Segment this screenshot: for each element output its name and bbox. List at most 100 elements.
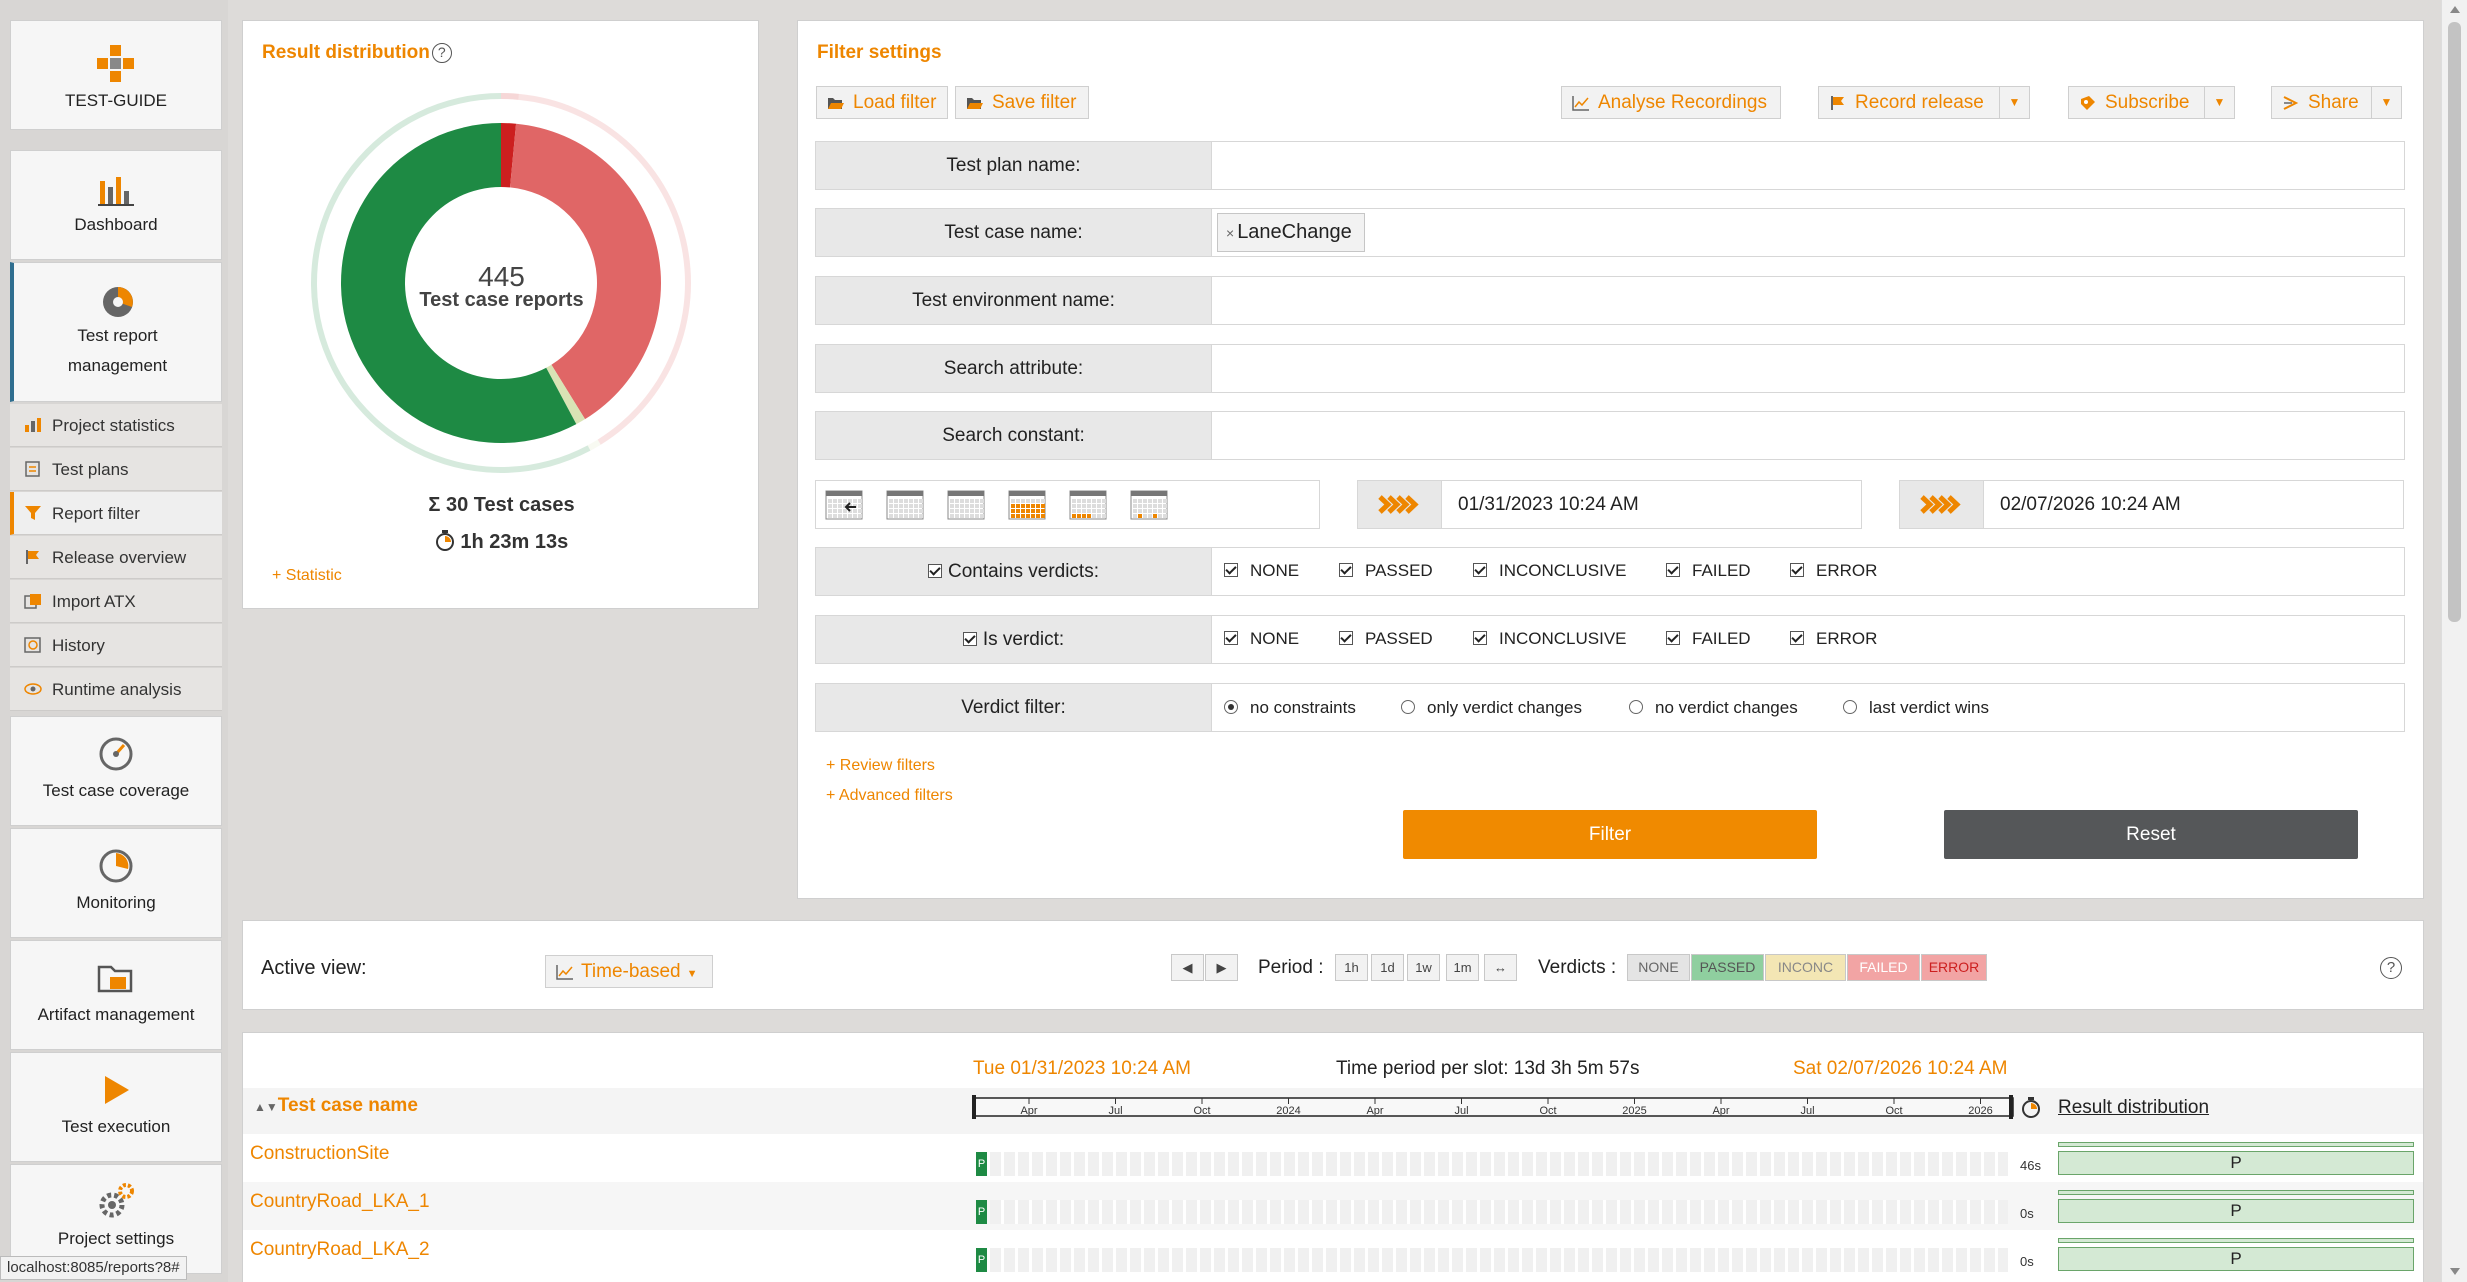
scroll-up-arrow[interactable] xyxy=(2450,6,2460,13)
sidebar-item-test-plans[interactable]: Test plans xyxy=(10,448,222,491)
iv-option-error[interactable]: ERROR xyxy=(1790,629,1877,649)
sidebar-item-test-report-management[interactable]: Test report management xyxy=(10,262,222,402)
subscribe-button[interactable]: Subscribe ▼ xyxy=(2068,86,2235,119)
cv-option-none[interactable]: NONE xyxy=(1224,561,1299,581)
verdict-error-toggle[interactable]: ERROR xyxy=(1921,954,1987,981)
scrollbar-thumb[interactable] xyxy=(2448,22,2461,622)
axis-end-handle[interactable] xyxy=(2009,1095,2013,1119)
calendar-week-icon[interactable] xyxy=(886,490,924,520)
verdict-passed-toggle[interactable]: PASSED xyxy=(1691,954,1764,981)
period-1m-button[interactable]: 1m xyxy=(1446,954,1479,981)
axis-start-handle[interactable] xyxy=(972,1095,976,1119)
checkbox[interactable] xyxy=(1666,631,1680,645)
remove-tag-icon[interactable]: × xyxy=(1226,225,1234,241)
sidebar-item-release-overview[interactable]: Release overview xyxy=(10,536,222,579)
field-label[interactable]: Is verdict: xyxy=(816,616,1212,663)
calendar-quarter-icon[interactable] xyxy=(1008,490,1046,520)
calendar-month-icon[interactable] xyxy=(947,490,985,520)
search-constant-input[interactable] xyxy=(1213,412,2404,459)
view-select[interactable]: Time-based ▼ xyxy=(545,955,713,988)
vf-option-no-verdict-changes[interactable]: no verdict changes xyxy=(1629,698,1798,718)
chevron-down-icon[interactable]: ▼ xyxy=(1999,87,2029,118)
checkbox[interactable] xyxy=(1339,631,1353,645)
period-1d-button[interactable]: 1d xyxy=(1371,954,1404,981)
row-test-case-name[interactable]: CountryRoad_LKA_2 xyxy=(250,1239,430,1261)
is-verdict-checkbox[interactable] xyxy=(962,632,977,646)
cv-option-inconclusive[interactable]: INCONCLUSIVE xyxy=(1473,561,1627,581)
row-test-case-name[interactable]: CountryRoad_LKA_1 xyxy=(250,1191,430,1213)
row-test-case-name[interactable]: ConstructionSite xyxy=(250,1143,389,1165)
period-1h-button[interactable]: 1h xyxy=(1335,954,1368,981)
cv-option-error[interactable]: ERROR xyxy=(1790,561,1877,581)
iv-option-none[interactable]: NONE xyxy=(1224,629,1299,649)
date-to-field[interactable]: 02/07/2026 10:24 AM xyxy=(1899,480,2404,529)
calendar-year-icon[interactable] xyxy=(1130,490,1168,520)
sidebar-item-report-filter[interactable]: Report filter xyxy=(10,492,222,535)
contains-verdicts-checkbox[interactable] xyxy=(927,564,942,578)
sidebar-item-test-execution[interactable]: Test execution xyxy=(10,1052,222,1162)
sidebar-item-history[interactable]: History xyxy=(10,624,222,667)
field-label[interactable]: Contains verdicts: xyxy=(816,548,1212,595)
filter-button[interactable]: Filter xyxy=(1403,810,1817,859)
result-distribution-bar[interactable]: P xyxy=(2058,1151,2414,1175)
test-plan-name-input[interactable] xyxy=(1213,142,2404,189)
record-release-button[interactable]: Record release ▼ xyxy=(1818,86,2030,119)
sidebar-item-test-case-coverage[interactable]: Test case coverage xyxy=(10,716,222,826)
checkbox[interactable] xyxy=(1790,563,1804,577)
checkbox[interactable] xyxy=(1339,563,1353,577)
test-case-name-input[interactable]: × LaneChange xyxy=(1213,209,2404,256)
sidebar-item-monitoring[interactable]: Monitoring xyxy=(10,828,222,938)
scroll-down-arrow[interactable] xyxy=(2450,1268,2460,1275)
sort-test-case-name[interactable]: ▲▼Test case name xyxy=(254,1095,418,1117)
radio[interactable] xyxy=(1401,700,1415,714)
checkbox[interactable] xyxy=(1473,631,1487,645)
chevron-down-icon[interactable]: ▼ xyxy=(2371,87,2401,118)
checkbox[interactable] xyxy=(1473,563,1487,577)
verdict-passed-chip[interactable]: P xyxy=(976,1152,987,1176)
radio[interactable] xyxy=(1224,700,1238,714)
iv-option-failed[interactable]: FAILED xyxy=(1666,629,1751,649)
timeline-axis[interactable]: Apr Jul Oct 2024 Apr Jul Oct 2025 Apr Jul Oct 2026 xyxy=(972,1092,2017,1122)
test-environment-name-input[interactable] xyxy=(1213,277,2404,324)
sidebar-item-import-atx[interactable]: Import ATX xyxy=(10,580,222,623)
iv-option-passed[interactable]: PASSED xyxy=(1339,629,1433,649)
help-icon[interactable]: ? xyxy=(431,43,452,63)
verdict-passed-chip[interactable]: P xyxy=(976,1200,987,1224)
verdict-failed-toggle[interactable]: FAILED xyxy=(1847,954,1920,981)
stopwatch-icon[interactable] xyxy=(2020,1095,2042,1119)
sidebar-item-runtime-analysis[interactable]: Runtime analysis xyxy=(10,668,222,711)
load-filter-button[interactable]: Load filter xyxy=(816,86,948,119)
result-distribution-bar[interactable]: P xyxy=(2058,1247,2414,1271)
analyse-recordings-button[interactable]: Analyse Recordings xyxy=(1561,86,1781,119)
radio[interactable] xyxy=(1629,700,1643,714)
share-button[interactable]: Share ▼ xyxy=(2271,86,2402,119)
help-icon[interactable]: ? xyxy=(2380,957,2402,979)
period-range-button[interactable]: ↔ xyxy=(1484,954,1517,981)
statistic-link[interactable]: + Statistic xyxy=(272,567,342,585)
checkbox[interactable] xyxy=(1666,563,1680,577)
checkbox[interactable] xyxy=(1224,563,1238,577)
cv-option-failed[interactable]: FAILED xyxy=(1666,561,1751,581)
sidebar-item-artifact-management[interactable]: Artifact management xyxy=(10,940,222,1050)
iv-option-inconclusive[interactable]: INCONCLUSIVE xyxy=(1473,629,1627,649)
result-distribution-bar[interactable]: P xyxy=(2058,1199,2414,1223)
save-filter-button[interactable]: Save filter xyxy=(955,86,1089,119)
next-period-button[interactable]: ▶ xyxy=(1205,954,1238,981)
result-distribution-header[interactable]: Result distribution xyxy=(2058,1097,2209,1119)
vertical-scrollbar[interactable] xyxy=(2441,0,2467,1282)
sidebar-item-dashboard[interactable]: Dashboard xyxy=(10,150,222,260)
advanced-filters-link[interactable]: + Advanced filters xyxy=(826,787,953,805)
sidebar-item-project-statistics[interactable]: Project statistics xyxy=(10,404,222,447)
date-from-arrow[interactable] xyxy=(1358,481,1442,528)
cv-option-passed[interactable]: PASSED xyxy=(1339,561,1433,581)
verdict-inconc-toggle[interactable]: INCONC xyxy=(1765,954,1846,981)
checkbox[interactable] xyxy=(1224,631,1238,645)
search-attribute-input[interactable] xyxy=(1213,345,2404,392)
prev-period-button[interactable]: ◀ xyxy=(1171,954,1204,981)
date-from-field[interactable]: 01/31/2023 10:24 AM xyxy=(1357,480,1862,529)
vf-option-last-verdict-wins[interactable]: last verdict wins xyxy=(1843,698,1989,718)
verdict-none-toggle[interactable]: NONE xyxy=(1627,954,1690,981)
period-1w-button[interactable]: 1w xyxy=(1407,954,1440,981)
calendar-back-icon[interactable] xyxy=(825,490,863,520)
verdict-passed-chip[interactable]: P xyxy=(976,1248,987,1272)
